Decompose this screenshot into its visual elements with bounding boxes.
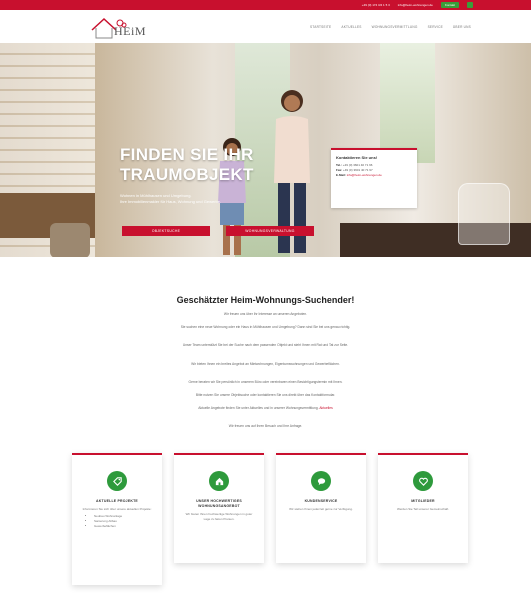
home-icon <box>209 471 229 491</box>
hero-subtext-line2: Ihre Immobilienmakler für Haus, Wohnung … <box>120 199 222 204</box>
nav-item-aktuelles[interactable]: AKTUELLES <box>341 25 361 29</box>
nav-item-startseite[interactable]: STARTSEITE <box>310 25 331 29</box>
intro-paragraph-2: Sie suchen eine neue Wohnung oder ein Ha… <box>180 325 351 329</box>
hero-background-pillow <box>50 223 90 257</box>
contact-button[interactable]: Kontakt <box>440 2 459 8</box>
intro-title: Geschätzter Heim-Wohnungs-Suchender! <box>176 295 355 305</box>
logo[interactable]: HEiM <box>90 16 146 40</box>
intro-paragraph-5: Gerne beraten wir Sie persönlich in unse… <box>188 380 343 384</box>
nav-item-ueber-uns[interactable]: ÜBER UNS <box>453 25 471 29</box>
wohnungsverwaltung-button[interactable]: WOHNUNGSVERWALTUNG <box>226 226 314 236</box>
card-title: UNSER HOCHWERTIGES WOHNUNGSANGEBOT <box>196 499 242 508</box>
contact-title: Kontaktieren Sie uns! <box>336 155 378 160</box>
site-header: HEiM STARTSEITE AKTUELLES WOHNUNGSVERMIT… <box>0 10 531 43</box>
card-text: Wir bieten Ihnen hochwertige Wohnungen i… <box>185 512 253 521</box>
link-aktuelles[interactable]: Aktuelles <box>319 406 332 410</box>
contact-box: Kontaktieren Sie uns! Tel.: +49 (0) 3601… <box>331 148 417 208</box>
card-wohnungsangebot[interactable]: UNSER HOCHWERTIGES WOHNUNGSANGEBOT Wir b… <box>174 453 264 563</box>
card-aktuelle-projekte[interactable]: AKTUELLE PROJEKTE Informieren Sie sich ü… <box>72 453 162 585</box>
hero-headline: FINDEN SIE IHR TRAUMOBJEKT <box>120 145 270 185</box>
email-text[interactable]: info@heim-wohnungen.de <box>398 3 433 7</box>
top-bar: +49 (0) 174 3/4 1 5 3 info@heim-wohnunge… <box>0 0 531 10</box>
card-text: Werden Sie Teil unserer Gemeinschaft. <box>396 507 450 511</box>
hero-background-vase <box>458 183 510 245</box>
chat-icon <box>311 471 331 491</box>
feature-cards: AKTUELLE PROJEKTE Informieren Sie sich ü… <box>0 453 531 588</box>
card-text: Informieren Sie sich über unsere aktuell… <box>82 507 152 511</box>
intro-paragraph-4: Wir bieten Ihnen ein breites Angebot an … <box>191 362 340 366</box>
main-nav: STARTSEITE AKTUELLES WOHNUNGSVERMITTLUNG… <box>310 25 471 29</box>
intro-paragraph-3: Unser Team unterstützt Sie bei der Suche… <box>182 343 349 347</box>
contact-email[interactable]: E-Mail: info@heim-wohnungen.de <box>336 173 412 178</box>
heart-icon <box>413 471 433 491</box>
card-text: Wir stehen Ihnen jederzeit gerne zur Ver… <box>289 507 353 511</box>
logo-text: HEiM <box>114 24 146 38</box>
objektsuche-button[interactable]: OBJEKTSUCHE <box>122 226 210 236</box>
intro-paragraph-1: Wir freuen uns über Ihr Interesse an uns… <box>223 312 308 316</box>
social-icon[interactable] <box>467 2 473 8</box>
nav-item-service[interactable]: SERVICE <box>428 25 443 29</box>
card-list: Neubau Wohnanlage Sanierung Altbau Gewer… <box>72 514 162 529</box>
hero-section: FINDEN SIE IHR TRAUMOBJEKT Wohnen in Müh… <box>0 43 531 257</box>
hero-subtext: Wohnen in Mühlhausen und Umgebung. Ihre … <box>120 193 270 205</box>
tag-icon <box>107 471 127 491</box>
list-item: Gewerbeflächen <box>94 524 162 529</box>
card-kundenservice[interactable]: KUNDENSERVICE Wir stehen Ihnen jederzeit… <box>276 453 366 563</box>
nav-item-wohnungsvermittlung[interactable]: WOHNUNGSVERMITTLUNG <box>372 25 418 29</box>
card-mitglieder[interactable]: MITGLIEDER Werden Sie Teil unserer Gemei… <box>378 453 468 563</box>
hero-headline-line2: TRAUMOBJEKT <box>120 165 254 184</box>
hero-background-window <box>380 43 435 163</box>
intro-paragraph-7: Aktuelle Angebote finden Sie unter Aktue… <box>198 406 333 410</box>
intro-paragraph-6: Bitte nutzen Sie unsere Objektsuche oder… <box>195 393 336 397</box>
intro-paragraph-8: Wir freuen uns auf Ihren Besuch und Ihre… <box>228 424 303 428</box>
phone-text[interactable]: +49 (0) 174 3/4 1 5 3 <box>362 3 390 7</box>
hero-headline-line1: FINDEN SIE IHR <box>120 145 254 164</box>
